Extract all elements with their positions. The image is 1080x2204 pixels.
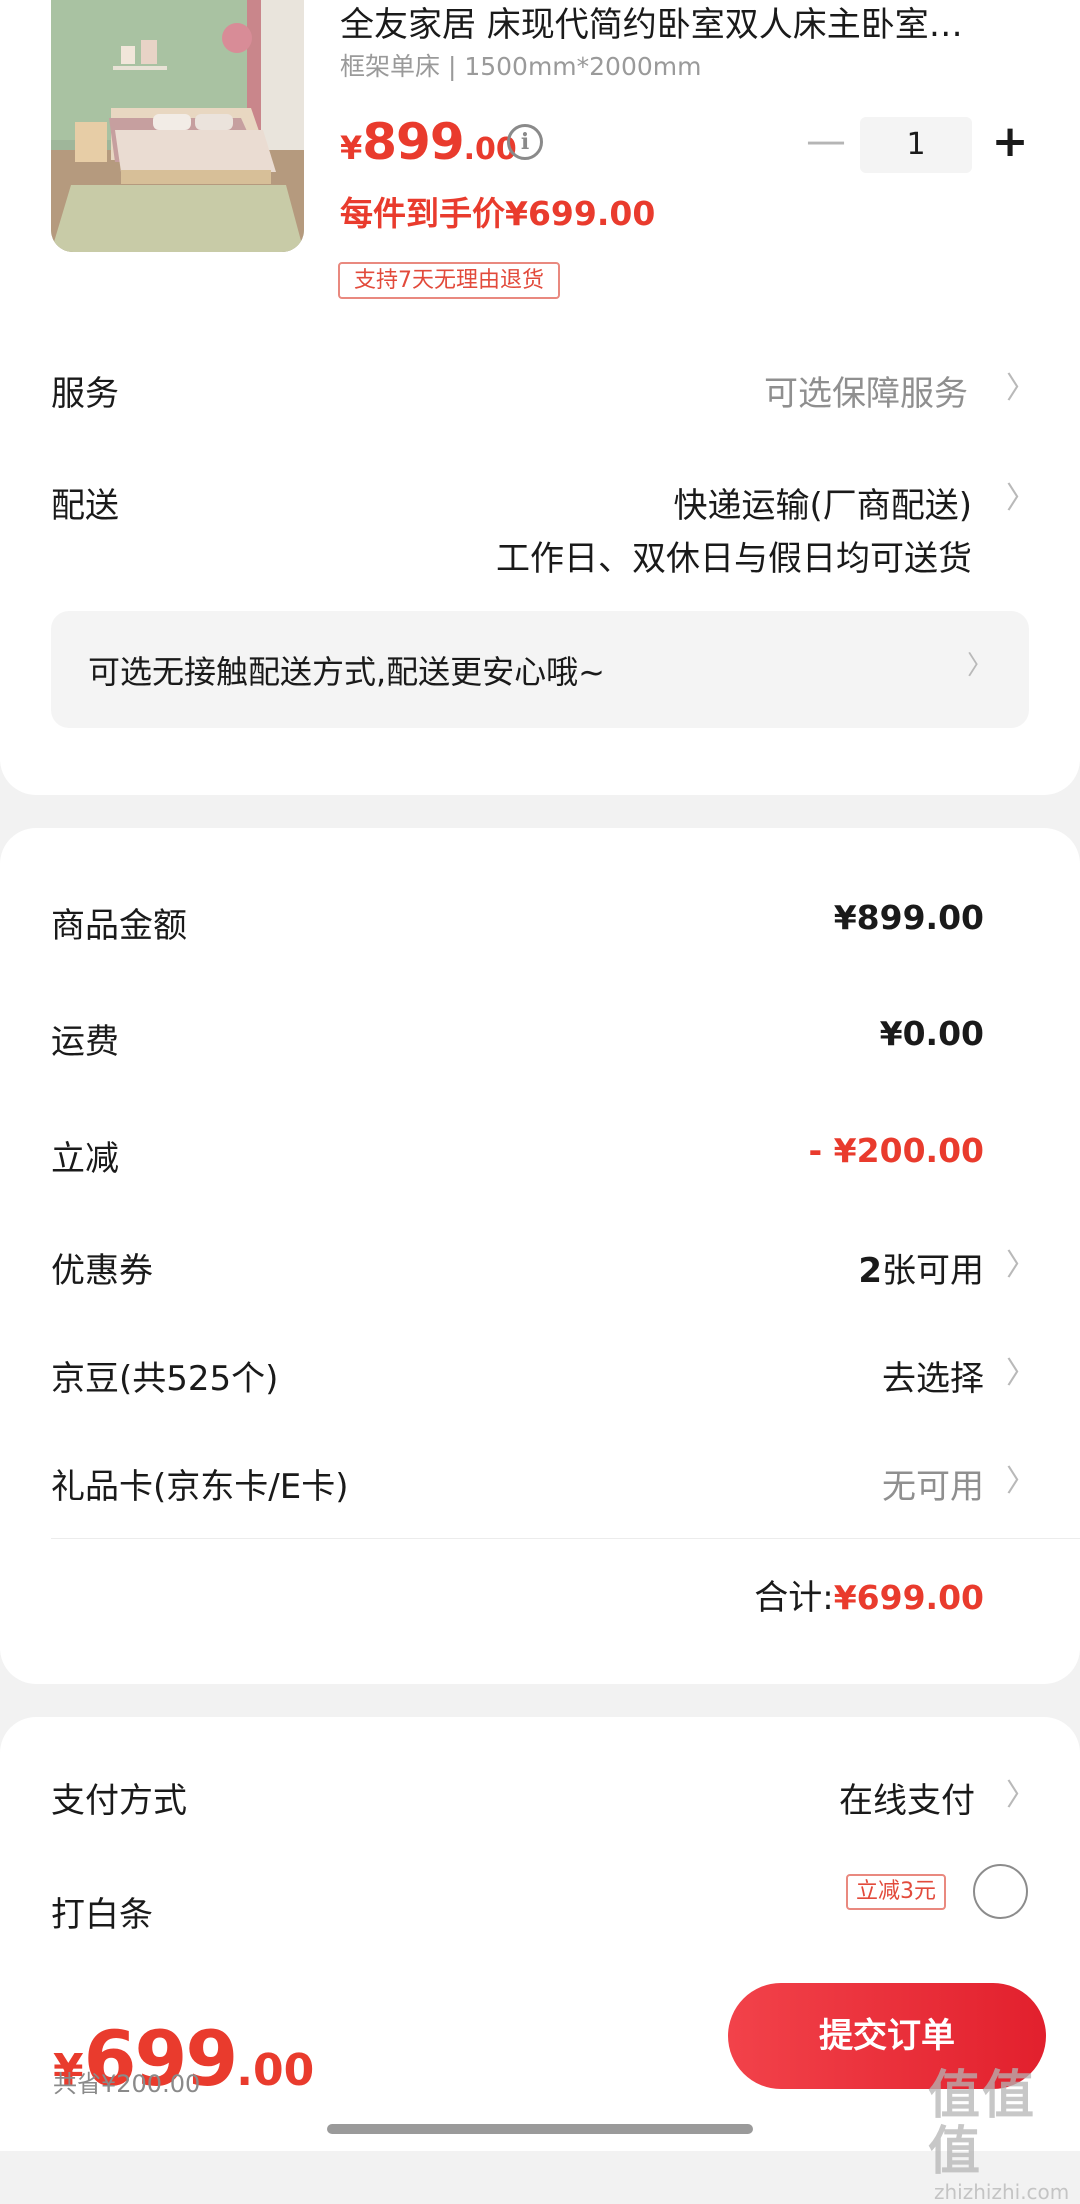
baitiao-radio[interactable] — [973, 1864, 1028, 1919]
unit-price: ¥899.00 — [340, 113, 517, 171]
discount-value: - ¥200.00 — [808, 1131, 985, 1170]
payment-method-label: 支付方式 — [51, 1781, 187, 1821]
payment-chevron-icon[interactable]: 〉 — [1006, 1781, 1036, 1811]
total-label: 合计: — [754, 1578, 834, 1618]
quantity-plus-button[interactable]: + — [988, 116, 1032, 168]
goods-amount-label: 商品金额 — [51, 906, 187, 946]
payment-card: 支付方式 在线支付 〉 打白条 — [0, 1717, 1080, 1967]
coupon-chevron-icon[interactable]: 〉 — [1006, 1251, 1036, 1281]
price-summary-card: 商品金额 ¥899.00 运费 ¥0.00 立减 - ¥200.00 优惠券 2… — [0, 828, 1080, 1684]
baitiao-label: 打白条 — [51, 1895, 153, 1935]
order-product-card: 全友家居 床现代简约卧室双人床主卧室… 框架单床 | 1500mm*2000mm… — [0, 0, 1080, 795]
coupon-suffix: 张可用 — [882, 1251, 984, 1291]
coupon-count: 2 — [858, 1251, 882, 1291]
goods-amount-value: ¥899.00 — [833, 898, 984, 937]
price-currency: ¥ — [340, 129, 363, 167]
watermark-logo: 值值值 — [928, 2066, 1037, 2182]
final-unit-price: 每件到手价¥699.00 — [340, 194, 656, 233]
quantity-minus-button[interactable]: — — [806, 121, 846, 165]
giftcard-label: 礼品卡(京东卡/E卡) — [51, 1467, 349, 1507]
info-icon[interactable]: i — [507, 124, 543, 160]
watermark: 值值值 zhizhizhi.com — [928, 2068, 1080, 2204]
delivery-chevron-icon[interactable]: 〉 — [1006, 484, 1036, 514]
order-total: 合计:¥699.00 — [754, 1570, 984, 1619]
checkout-decimal: .00 — [236, 2045, 315, 2096]
jingdou-value[interactable]: 去选择 — [882, 1351, 984, 1400]
delivery-method[interactable]: 快递运输(厂商配送) — [673, 478, 972, 527]
price-integer: 899 — [362, 113, 464, 171]
giftcard-chevron-icon[interactable]: 〉 — [1006, 1467, 1036, 1497]
delivery-label: 配送 — [51, 486, 119, 526]
coupon-value[interactable]: 2张可用 — [858, 1243, 984, 1292]
savings-text: 共省¥200.00 — [53, 2070, 201, 2098]
bed-photo-icon — [51, 0, 304, 252]
watermark-url: zhizhizhi.com — [934, 2180, 1070, 2204]
summary-divider — [51, 1538, 1080, 1539]
return-policy-badge: 支持7天无理由退货 — [338, 262, 560, 299]
contactless-chevron-icon: 〉 — [966, 651, 993, 681]
total-value: ¥699.00 — [833, 1578, 984, 1617]
service-label: 服务 — [51, 374, 119, 414]
service-chevron-icon[interactable]: 〉 — [1006, 374, 1036, 404]
discount-label: 立减 — [51, 1139, 119, 1179]
delivery-note: 工作日、双休日与假日均可送货 — [496, 539, 972, 579]
product-thumbnail[interactable] — [51, 0, 304, 252]
quantity-field[interactable]: 1 — [860, 117, 972, 173]
jingdou-chevron-icon[interactable]: 〉 — [1006, 1359, 1036, 1389]
home-indicator[interactable] — [327, 2124, 753, 2134]
product-title[interactable]: 全友家居 床现代简约卧室双人床主卧室… — [340, 2, 1020, 48]
product-spec: 框架单床 | 1500mm*2000mm — [340, 52, 702, 81]
contactless-delivery-text: 可选无接触配送方式,配送更安心哦~ — [88, 653, 605, 691]
giftcard-value[interactable]: 无可用 — [882, 1459, 984, 1508]
coupon-label: 优惠券 — [51, 1251, 153, 1291]
payment-method-value[interactable]: 在线支付 — [839, 1773, 975, 1822]
baitiao-promo-badge: 立减3元 — [846, 1874, 946, 1910]
shipping-value: ¥0.00 — [879, 1014, 984, 1053]
service-value[interactable]: 可选保障服务 — [764, 366, 968, 415]
jingdou-label: 京豆(共525个) — [51, 1359, 279, 1399]
shipping-label: 运费 — [51, 1022, 119, 1062]
contactless-delivery-option[interactable]: 可选无接触配送方式,配送更安心哦~ 〉 — [51, 611, 1029, 728]
